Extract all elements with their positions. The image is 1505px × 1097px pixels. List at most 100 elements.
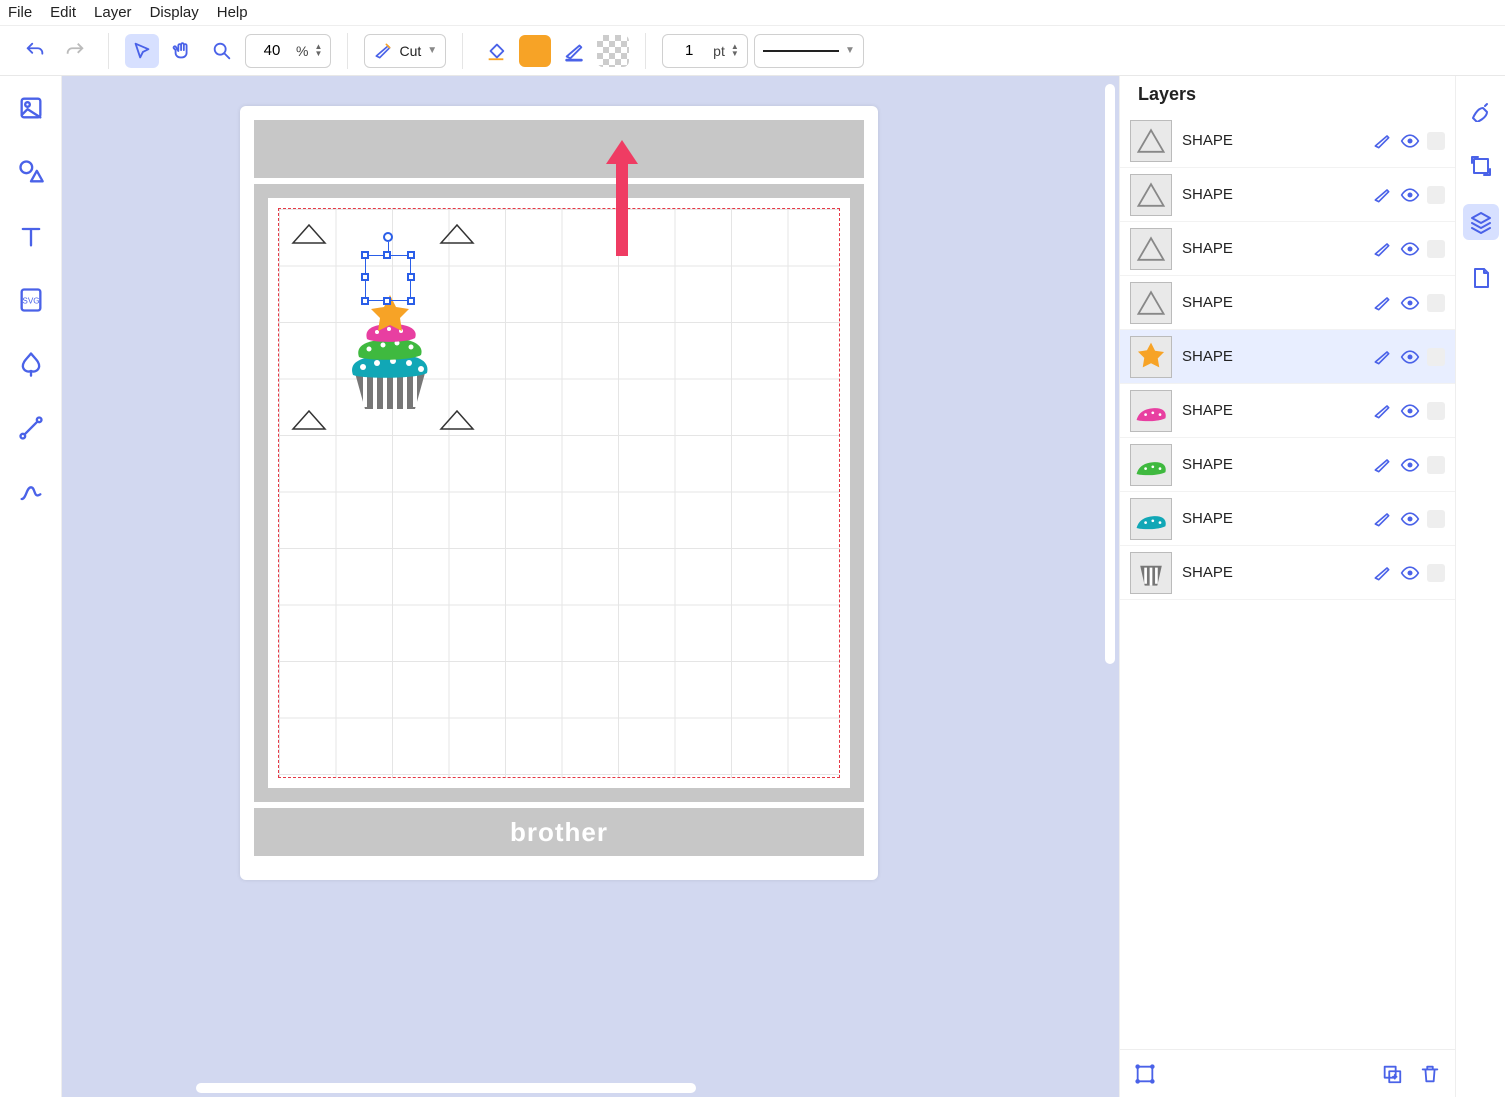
- layer-lock-toggle[interactable]: [1427, 132, 1445, 150]
- layer-visibility-toggle[interactable]: [1399, 292, 1421, 314]
- zoom-input-group: % ▲ ▼: [245, 34, 331, 68]
- zoom-input[interactable]: [252, 42, 292, 59]
- layer-edit-button[interactable]: [1371, 454, 1393, 476]
- images-tool[interactable]: [13, 90, 49, 126]
- svg-import-tool[interactable]: SVG: [13, 282, 49, 318]
- shape-triangle[interactable]: [439, 223, 475, 245]
- mat-header: [254, 120, 864, 178]
- layers-title: Layers: [1120, 76, 1455, 114]
- shape-triangle[interactable]: [291, 409, 327, 431]
- layer-edit-button[interactable]: [1371, 400, 1393, 422]
- zoom-down[interactable]: ▼: [312, 51, 324, 57]
- layer-lock-toggle[interactable]: [1427, 564, 1445, 582]
- line-tool[interactable]: [13, 410, 49, 446]
- resize-handle-w[interactable]: [361, 273, 369, 281]
- shape-triangle[interactable]: [291, 223, 327, 245]
- file-panel-button[interactable]: [1463, 260, 1499, 296]
- resize-handle-e[interactable]: [407, 273, 415, 281]
- layer-edit-button[interactable]: [1371, 562, 1393, 584]
- brand-logo: brother: [510, 817, 608, 848]
- layer-visibility-toggle[interactable]: [1399, 454, 1421, 476]
- stroke-unit: pt: [709, 43, 729, 59]
- svg-text:SVG: SVG: [22, 297, 39, 306]
- layer-edit-button[interactable]: [1371, 346, 1393, 368]
- layers-panel-button[interactable]: [1463, 204, 1499, 240]
- toolbar: % ▲ ▼ Cut ▼ pt ▲ ▼: [0, 26, 1505, 76]
- layer-row[interactable]: SHAPE: [1120, 276, 1455, 330]
- layer-visibility-toggle[interactable]: [1399, 562, 1421, 584]
- resize-handle-ne[interactable]: [407, 251, 415, 259]
- zoom-tool[interactable]: [205, 34, 239, 68]
- layer-name: SHAPE: [1182, 456, 1361, 473]
- layer-lock-toggle[interactable]: [1427, 510, 1445, 528]
- layer-edit-button[interactable]: [1371, 130, 1393, 152]
- stroke-width-input[interactable]: [669, 42, 709, 59]
- layer-row[interactable]: SHAPE: [1120, 330, 1455, 384]
- selection-bounds[interactable]: [365, 255, 411, 301]
- layer-name: SHAPE: [1182, 240, 1361, 257]
- layer-visibility-toggle[interactable]: [1399, 184, 1421, 206]
- redo-button[interactable]: [58, 34, 92, 68]
- menu-edit[interactable]: Edit: [50, 4, 76, 21]
- vertical-scrollbar[interactable]: [1103, 80, 1117, 1073]
- layer-visibility-toggle[interactable]: [1399, 400, 1421, 422]
- resize-handle-sw[interactable]: [361, 297, 369, 305]
- resize-handle-s[interactable]: [383, 297, 391, 305]
- layer-lock-toggle[interactable]: [1427, 348, 1445, 366]
- layer-name: SHAPE: [1182, 510, 1361, 527]
- menu-help[interactable]: Help: [217, 4, 248, 21]
- fill-tool[interactable]: [479, 34, 513, 68]
- text-tool[interactable]: [13, 218, 49, 254]
- layer-row[interactable]: SHAPE: [1120, 492, 1455, 546]
- mat-frame: [254, 184, 864, 802]
- spade-tool[interactable]: [13, 346, 49, 382]
- layer-lock-toggle[interactable]: [1427, 240, 1445, 258]
- resize-handle-se[interactable]: [407, 297, 415, 305]
- fill-color-swatch[interactable]: [519, 35, 551, 67]
- delete-layer-button[interactable]: [1419, 1063, 1441, 1085]
- resize-handle-n[interactable]: [383, 251, 391, 259]
- layer-lock-toggle[interactable]: [1427, 294, 1445, 312]
- select-tool[interactable]: [125, 34, 159, 68]
- freehand-tool[interactable]: [13, 474, 49, 510]
- layer-row[interactable]: SHAPE: [1120, 168, 1455, 222]
- stroke-down[interactable]: ▼: [729, 51, 741, 57]
- layer-row[interactable]: SHAPE: [1120, 114, 1455, 168]
- menu-display[interactable]: Display: [150, 4, 199, 21]
- layer-edit-button[interactable]: [1371, 292, 1393, 314]
- menu-bar: File Edit Layer Display Help: [0, 0, 1505, 26]
- layer-row[interactable]: SHAPE: [1120, 546, 1455, 600]
- shapes-tool[interactable]: [13, 154, 49, 190]
- resize-handle-nw[interactable]: [361, 251, 369, 259]
- rotate-handle[interactable]: [383, 232, 393, 242]
- layer-thumbnail: [1130, 174, 1172, 216]
- line-style-select[interactable]: ▼: [754, 34, 864, 68]
- menu-file[interactable]: File: [8, 4, 32, 21]
- layer-visibility-toggle[interactable]: [1399, 238, 1421, 260]
- layer-visibility-toggle[interactable]: [1399, 130, 1421, 152]
- layer-lock-toggle[interactable]: [1427, 456, 1445, 474]
- layer-row[interactable]: SHAPE: [1120, 384, 1455, 438]
- pan-tool[interactable]: [165, 34, 199, 68]
- cutting-mat[interactable]: brother: [240, 106, 878, 880]
- undo-button[interactable]: [18, 34, 52, 68]
- stroke-tool[interactable]: [557, 34, 591, 68]
- cut-mode-select[interactable]: Cut ▼: [364, 34, 446, 68]
- layer-visibility-toggle[interactable]: [1399, 346, 1421, 368]
- layer-edit-button[interactable]: [1371, 238, 1393, 260]
- stroke-color-swatch[interactable]: [597, 35, 629, 67]
- layer-lock-toggle[interactable]: [1427, 186, 1445, 204]
- select-all-layers-button[interactable]: [1134, 1063, 1156, 1085]
- menu-layer[interactable]: Layer: [94, 4, 132, 21]
- layer-row[interactable]: SHAPE: [1120, 222, 1455, 276]
- layer-visibility-toggle[interactable]: [1399, 508, 1421, 530]
- properties-panel-button[interactable]: [1463, 92, 1499, 128]
- layer-row[interactable]: SHAPE: [1120, 438, 1455, 492]
- horizontal-scrollbar[interactable]: [66, 1081, 1099, 1095]
- layer-edit-button[interactable]: [1371, 508, 1393, 530]
- transform-panel-button[interactable]: [1463, 148, 1499, 184]
- duplicate-layer-button[interactable]: [1381, 1063, 1403, 1085]
- layer-lock-toggle[interactable]: [1427, 402, 1445, 420]
- layer-name: SHAPE: [1182, 402, 1361, 419]
- layer-edit-button[interactable]: [1371, 184, 1393, 206]
